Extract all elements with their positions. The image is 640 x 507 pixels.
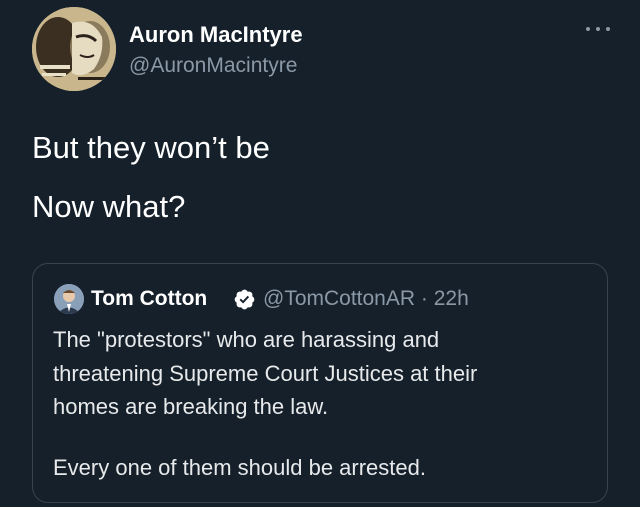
author-name[interactable]: Auron MacIntyre [129,22,303,48]
quoted-author-name[interactable]: Tom Cotton [91,287,207,311]
meta-separator: · [420,287,428,310]
author-avatar[interactable] [32,7,116,91]
quoted-text-line-1: The "protestors" who are harassing and [53,327,440,352]
quoted-avatar-illustration [54,284,84,314]
tweet-text-line-2: Now what? [32,189,186,224]
avatar-illustration [32,7,116,91]
tweet-text-line-1: But they won’t be [32,130,270,165]
quoted-author-avatar[interactable] [54,284,84,314]
quoted-meta: @TomCottonAR · 22h [263,287,469,311]
quoted-text-line-2: threatening Supreme Court Justices at th… [53,361,478,386]
quoted-text-line-3: homes are breaking the law. [53,394,329,419]
quoted-timestamp[interactable]: 22h [434,287,469,310]
verified-badge-icon [233,288,256,311]
author-handle[interactable]: @AuronMacintyre [129,54,297,78]
quoted-text-line-5: Every one of them should be arrested. [53,455,426,480]
quoted-author-handle[interactable]: @TomCottonAR [263,287,415,310]
more-horizontal-icon[interactable] [586,22,610,36]
